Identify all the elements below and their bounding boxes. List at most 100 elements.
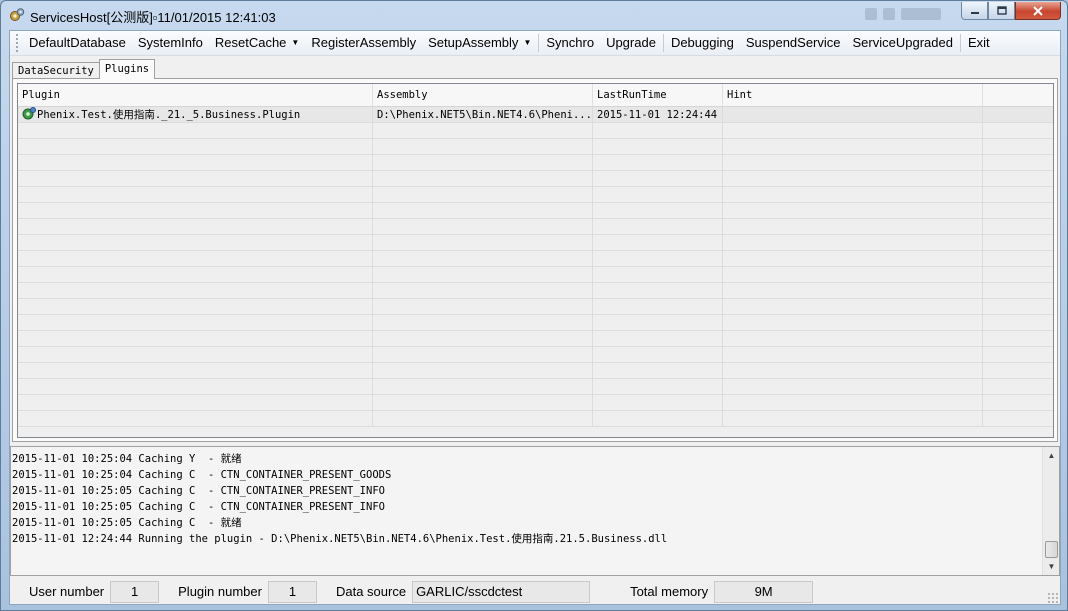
empty-row: [18, 155, 1053, 171]
plugins-grid[interactable]: Plugin Assembly LastRunTime Hint Phenix.…: [17, 83, 1054, 438]
menu-suspend-service[interactable]: SuspendService: [740, 32, 847, 54]
empty-cell: [983, 203, 1053, 218]
client-area: DefaultDatabase SystemInfo ResetCache ▼ R…: [9, 30, 1061, 605]
grid-header: Plugin Assembly LastRunTime Hint: [18, 84, 1053, 107]
decoration-icon: [883, 8, 895, 20]
menu-bar: DefaultDatabase SystemInfo ResetCache ▼ R…: [10, 31, 1060, 56]
menu-separator: [959, 34, 961, 52]
menu-label: Synchro: [546, 35, 595, 50]
empty-cell: [593, 363, 723, 378]
log-line: 2015-11-01 10:25:05 Caching C - CTN_CONT…: [12, 485, 385, 497]
column-header-hint[interactable]: Hint: [723, 84, 983, 106]
empty-cell: [373, 219, 593, 234]
empty-cell: [373, 299, 593, 314]
plugin-name: Phenix.Test.使用指南._21._5.Business.Plugin: [37, 109, 301, 121]
caption-buttons: [961, 2, 1061, 20]
menu-upgrade[interactable]: Upgrade: [600, 32, 662, 54]
empty-row: [18, 315, 1053, 331]
empty-cell: [18, 395, 373, 410]
menu-exit[interactable]: Exit: [962, 32, 996, 54]
cell-plugin[interactable]: Phenix.Test.使用指南._21._5.Business.Plugin: [18, 107, 373, 122]
empty-cell: [18, 123, 373, 138]
empty-cell: [983, 267, 1053, 282]
empty-cell: [723, 411, 983, 426]
empty-row: [18, 219, 1053, 235]
empty-cell: [723, 331, 983, 346]
empty-row: [18, 363, 1053, 379]
empty-row: [18, 347, 1053, 363]
empty-cell: [593, 267, 723, 282]
close-button[interactable]: [1015, 2, 1061, 20]
menu-register-assembly[interactable]: RegisterAssembly: [305, 32, 422, 54]
data-source-label: Data source: [335, 584, 407, 599]
empty-cell: [723, 219, 983, 234]
empty-cell: [983, 171, 1053, 186]
log-panel[interactable]: 2015-11-01 10:25:04 Caching Y - 就绪 2015-…: [10, 446, 1060, 576]
title-bar[interactable]: ServicesHost[公测版]▫11/01/2015 12:41:03: [1, 1, 1067, 29]
plugins-tab-page: Plugin Assembly LastRunTime Hint Phenix.…: [12, 78, 1058, 442]
tab-data-security[interactable]: DataSecurity: [12, 62, 100, 79]
empty-cell: [723, 171, 983, 186]
empty-cell: [723, 347, 983, 362]
empty-cell: [18, 219, 373, 234]
empty-cell: [723, 315, 983, 330]
empty-cell: [373, 187, 593, 202]
menu-label: ServiceUpgraded: [852, 35, 953, 50]
empty-cell: [723, 283, 983, 298]
menu-default-database[interactable]: DefaultDatabase: [23, 32, 132, 54]
empty-cell: [373, 235, 593, 250]
empty-row: [18, 267, 1053, 283]
empty-cell: [723, 363, 983, 378]
empty-cell: [373, 347, 593, 362]
empty-cell: [373, 171, 593, 186]
log-line: 2015-11-01 12:24:44 Running the plugin -…: [12, 533, 668, 545]
empty-row: [18, 171, 1053, 187]
minimize-button[interactable]: [961, 2, 988, 20]
scroll-thumb[interactable]: [1045, 541, 1058, 558]
menu-debugging[interactable]: Debugging: [665, 32, 740, 54]
column-header-assembly[interactable]: Assembly: [373, 84, 593, 106]
empty-cell: [723, 235, 983, 250]
menu-reset-cache[interactable]: ResetCache ▼: [209, 32, 305, 55]
scroll-down-icon[interactable]: ▼: [1043, 558, 1059, 575]
table-row[interactable]: Phenix.Test.使用指南._21._5.Business.Plugin …: [18, 107, 1053, 123]
tab-plugins[interactable]: Plugins: [98, 59, 156, 79]
empty-cell: [18, 139, 373, 154]
menu-service-upgraded[interactable]: ServiceUpgraded: [847, 32, 959, 54]
menu-system-info[interactable]: SystemInfo: [132, 32, 209, 54]
empty-cell: [373, 379, 593, 394]
empty-cell: [18, 347, 373, 362]
empty-cell: [593, 395, 723, 410]
empty-cell: [983, 395, 1053, 410]
menu-synchro[interactable]: Synchro: [540, 32, 600, 54]
empty-cell: [18, 155, 373, 170]
dropdown-arrow-icon: ▼: [523, 38, 532, 48]
menu-grip[interactable]: [16, 34, 19, 52]
close-icon: [1033, 5, 1043, 16]
user-number-value: 1: [110, 580, 160, 603]
menu-label: DefaultDatabase: [29, 35, 126, 50]
empty-row: [18, 139, 1053, 155]
log-scrollbar[interactable]: ▲ ▼: [1042, 447, 1059, 575]
column-header-last-run-time[interactable]: LastRunTime: [593, 84, 723, 106]
plugin-icon: [22, 107, 36, 120]
menu-separator: [538, 34, 540, 52]
cell-hint[interactable]: [723, 107, 983, 122]
empty-cell: [373, 315, 593, 330]
menu-label: SystemInfo: [137, 35, 203, 50]
menu-label: ResetCache: [214, 34, 287, 50]
scroll-up-icon[interactable]: ▲: [1043, 447, 1059, 464]
column-header-plugin[interactable]: Plugin: [18, 84, 373, 106]
empty-row: [18, 187, 1053, 203]
empty-cell: [593, 219, 723, 234]
decoration-icon: [901, 8, 941, 20]
empty-cell: [18, 235, 373, 250]
maximize-icon: [996, 6, 1007, 15]
maximize-button[interactable]: [988, 2, 1015, 20]
resize-grip[interactable]: [1047, 592, 1059, 604]
cell-assembly[interactable]: D:\Phenix.NET5\Bin.NET4.6\Pheni...: [373, 107, 593, 122]
empty-row: [18, 299, 1053, 315]
menu-setup-assembly[interactable]: SetupAssembly ▼: [422, 32, 537, 55]
empty-cell: [593, 155, 723, 170]
cell-last-run-time[interactable]: 2015-11-01 12:24:44: [593, 107, 723, 122]
